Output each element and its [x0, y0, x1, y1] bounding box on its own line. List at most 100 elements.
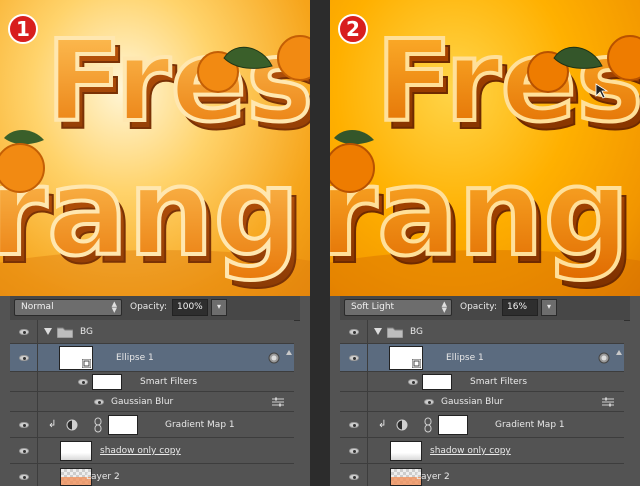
eye-icon[interactable]: [424, 399, 434, 405]
clip-arrow-icon: ↲: [378, 419, 387, 430]
layer-thumbnail: [60, 441, 92, 461]
chain-link-icon[interactable]: [424, 417, 432, 433]
scroll-up-icon[interactable]: [286, 350, 292, 355]
layer-row-ellipse[interactable]: Ellipse 1: [340, 344, 624, 372]
eye-icon[interactable]: [19, 355, 29, 361]
eye-icon[interactable]: [349, 355, 359, 361]
layer-name: Ellipse 1: [446, 353, 484, 363]
layer-row-shadow[interactable]: shadow only copy: [340, 438, 624, 464]
filter-options-icon[interactable]: [602, 397, 614, 407]
layer-row-gradient-map[interactable]: ↲ Gradient Map 1: [10, 412, 294, 438]
chain-link-icon[interactable]: [94, 417, 102, 433]
layer-name: BG: [80, 327, 93, 337]
layer-mask-thumbnail[interactable]: [438, 415, 468, 435]
eye-icon[interactable]: [349, 474, 359, 480]
adjustment-circle-icon: [396, 419, 408, 431]
layer-row-layer-2[interactable]: Layer 2: [340, 464, 624, 486]
visibility-cell: [340, 372, 368, 391]
visibility-cell: [10, 412, 38, 437]
blend-mode-value: Soft Light: [351, 302, 395, 312]
folder-icon: [387, 327, 403, 338]
layer-row-gaussian-blur[interactable]: Gaussian Blur: [340, 392, 624, 412]
visibility-cell: [10, 344, 38, 371]
eye-icon[interactable]: [19, 422, 29, 428]
eye-icon[interactable]: [349, 329, 359, 335]
comparison-panel-2: Fres Fres rang rang 2 Soft Light ▲ ▼ Opac…: [330, 0, 640, 486]
headline-bottom: rang: [0, 144, 299, 283]
step-badge: 2: [338, 14, 368, 44]
opacity-input[interactable]: 16%: [502, 299, 538, 316]
eye-icon[interactable]: [19, 474, 29, 480]
layer-name: Gradient Map 1: [495, 420, 565, 430]
layer-row-smart-filters[interactable]: Smart Filters: [10, 372, 294, 392]
opacity-input[interactable]: 100%: [172, 299, 208, 316]
layer-row-bg-group[interactable]: BG: [340, 320, 624, 344]
layer-row-shadow[interactable]: shadow only copy: [10, 438, 294, 464]
visibility-cell: [10, 372, 38, 391]
layer-mask-thumbnail[interactable]: [108, 415, 138, 435]
headline-top: Fres: [376, 17, 640, 147]
folder-icon: [57, 327, 73, 338]
eye-icon[interactable]: [19, 448, 29, 454]
filter-options-icon[interactable]: [272, 397, 284, 407]
eye-icon[interactable]: [19, 329, 29, 335]
headline-bottom: rang: [330, 144, 629, 283]
disclosure-triangle-icon[interactable]: [44, 328, 52, 336]
orange-fruit-left: [330, 143, 375, 193]
layer-thumbnail: [389, 346, 423, 370]
layer-row-smart-filters[interactable]: Smart Filters: [340, 372, 624, 392]
layer-name: Smart Filters: [140, 377, 198, 387]
layer-row-bg-group[interactable]: BG: [10, 320, 294, 344]
layer-name: Gradient Map 1: [165, 420, 235, 430]
layer-row-gradient-map[interactable]: ↲ Gradient Map 1: [340, 412, 624, 438]
blend-mode-select[interactable]: Normal ▲ ▼: [14, 299, 122, 316]
layers-panel: Soft Light ▲ ▼ Opacity: 16% ▾ BG Ellipse …: [330, 296, 640, 486]
smart-filter-indicator-icon[interactable]: [268, 352, 280, 364]
blend-mode-select[interactable]: Soft Light ▲ ▼: [344, 299, 452, 316]
opacity-slider-button[interactable]: ▾: [541, 299, 557, 316]
layer-name: BG: [410, 327, 423, 337]
eye-icon[interactable]: [349, 448, 359, 454]
visibility-cell: [10, 392, 38, 411]
opacity-label: Opacity:: [130, 302, 167, 312]
visibility-cell: [10, 464, 38, 486]
fresh-orange-artwork: Fres Fres rang rang: [330, 15, 640, 296]
layer-name: Gaussian Blur: [111, 397, 174, 407]
visibility-cell: [340, 438, 368, 463]
eye-icon[interactable]: [94, 399, 104, 405]
smart-filter-indicator-icon[interactable]: [598, 352, 610, 364]
eye-icon[interactable]: [349, 422, 359, 428]
layer-thumbnail: [390, 441, 422, 461]
visibility-cell: [340, 344, 368, 371]
layer-row-ellipse[interactable]: Ellipse 1: [10, 344, 294, 372]
visibility-cell: [10, 438, 38, 463]
layer-thumbnail: [59, 346, 93, 370]
blend-options-bar: Soft Light ▲ ▼ Opacity: 16% ▾: [340, 296, 630, 321]
layer-row-gaussian-blur[interactable]: Gaussian Blur: [10, 392, 294, 412]
headline-top: Fres: [46, 17, 310, 147]
layer-name: Ellipse 1: [116, 353, 154, 363]
visibility-cell: [340, 392, 368, 411]
blend-options-bar: Normal ▲ ▼ Opacity: 100% ▾: [10, 296, 300, 321]
filter-mask-thumbnail: [92, 374, 122, 390]
step-badge: 1: [8, 14, 38, 44]
select-arrows-icon: ▲ ▼: [441, 300, 447, 314]
filter-mask-thumbnail: [422, 374, 452, 390]
eye-icon[interactable]: [78, 379, 88, 385]
leaf-icon-small: [4, 129, 44, 145]
layers-panel: Normal ▲▼ Opacity: 100% ▾ BG Ellipse 1: [0, 296, 310, 486]
opacity-label: Opacity:: [460, 302, 497, 312]
disclosure-triangle-icon[interactable]: [374, 328, 382, 336]
eye-icon[interactable]: [408, 379, 418, 385]
visibility-cell: [340, 320, 368, 343]
layer-row-layer-2[interactable]: Layer 2: [10, 464, 294, 486]
comparison-panel-1: Fres Fres rang rang 1 Normal ▲ ▼ Opacity:…: [0, 0, 310, 486]
blend-mode-value: Normal: [21, 302, 54, 312]
layer-name: Gaussian Blur: [441, 397, 504, 407]
artwork-canvas: Fres Fres rang rang 2: [330, 0, 640, 296]
leaf-icon-small: [334, 129, 374, 145]
artwork-canvas: Fres Fres rang rang 1: [0, 0, 310, 296]
scroll-up-icon[interactable]: [616, 350, 622, 355]
opacity-slider-button[interactable]: ▾: [211, 299, 227, 316]
visibility-cell: [340, 464, 368, 486]
